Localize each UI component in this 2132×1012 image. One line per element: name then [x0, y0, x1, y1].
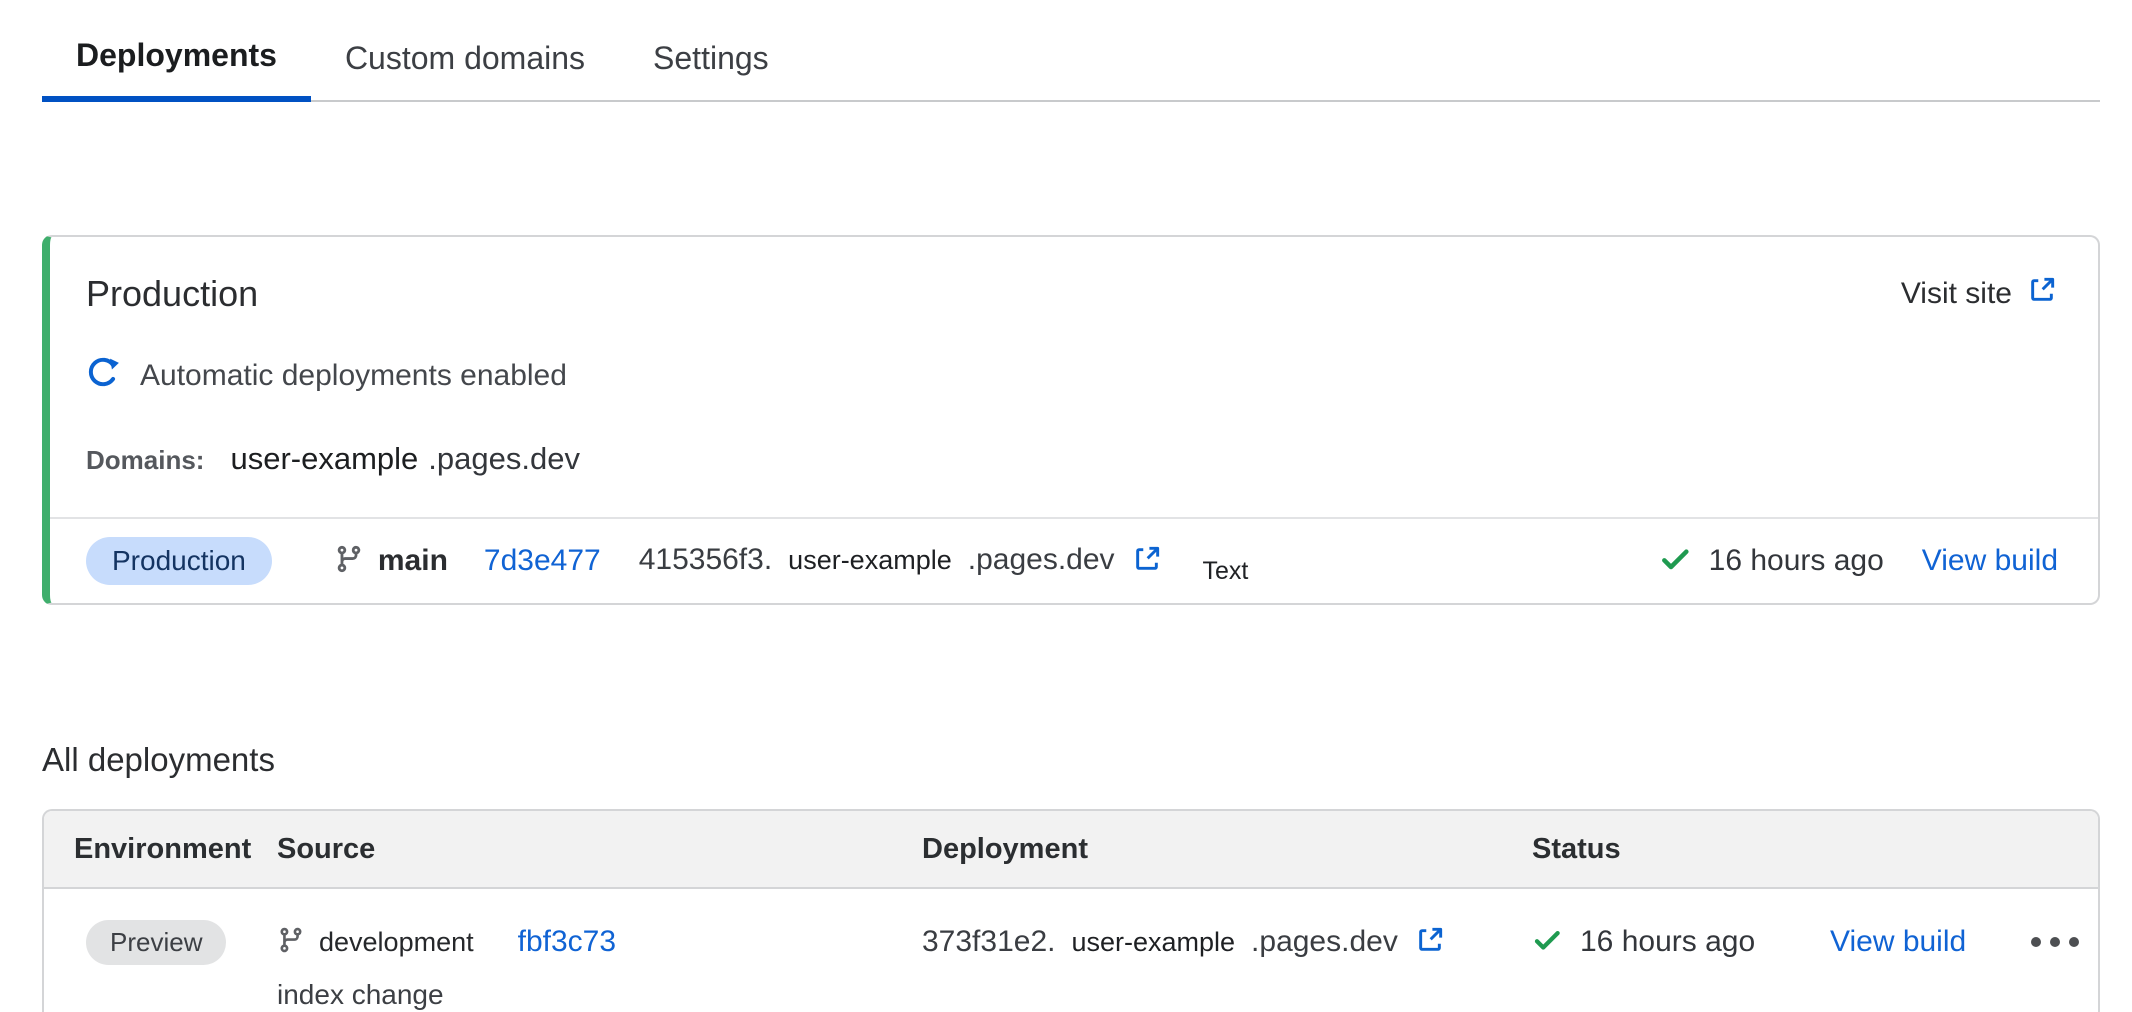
deployment-cell: 373f31e2. user-example .pages.dev — [922, 919, 1532, 1011]
deployment-suffix: .pages.dev — [968, 543, 1115, 577]
table-header-row: Environment Source Deployment Status — [44, 811, 2098, 889]
deployment-time: 16 hours ago — [1709, 544, 1884, 578]
branch-name: development — [319, 927, 474, 958]
visit-site-label: Visit site — [1901, 277, 2012, 311]
environment-cell: Preview — [74, 919, 277, 1011]
ellipsis-icon — [2031, 937, 2041, 947]
production-card: Production Visit site Automatic deployme… — [42, 235, 2100, 605]
visit-site-link[interactable]: Visit site — [1901, 274, 2058, 314]
view-build-link[interactable]: View build — [1922, 544, 2058, 578]
all-deployments-title: All deployments — [42, 741, 2132, 779]
column-header-deployment: Deployment — [922, 833, 1532, 866]
tab-bar: Deployments Custom domains Settings — [42, 0, 2100, 102]
column-header-environment: Environment — [74, 833, 277, 866]
environment-badge: Production — [86, 537, 272, 585]
column-header-status: Status — [1532, 833, 1830, 866]
production-title: Production — [86, 273, 258, 315]
tab-settings[interactable]: Settings — [619, 14, 803, 102]
git-branch-icon — [277, 925, 305, 960]
refresh-icon — [86, 355, 120, 397]
ellipsis-icon — [2050, 937, 2060, 947]
deployment-url: 373f31e2. user-example .pages.dev — [922, 919, 1446, 965]
git-branch-icon — [334, 543, 364, 580]
deployment-url: 415356f3. user-example .pages.dev — [639, 543, 1163, 580]
deployment-domain: user-example — [788, 545, 952, 576]
deployment-suffix: .pages.dev — [1251, 925, 1398, 959]
deployments-table: Environment Source Deployment Status Pre… — [42, 809, 2100, 1012]
success-check-icon — [1532, 925, 1562, 960]
branch-name: main — [378, 544, 448, 578]
external-link-icon[interactable] — [1131, 543, 1163, 580]
commit-message: index change — [277, 979, 444, 1011]
view-build-link[interactable]: View build — [1830, 925, 1966, 959]
auto-deployments-text: Automatic deployments enabled — [140, 359, 567, 393]
column-header-source: Source — [277, 833, 922, 866]
commit-hash-link[interactable]: fbf3c73 — [518, 925, 616, 959]
deployment-status: 16 hours ago View build — [1659, 543, 2058, 580]
status-cell: 16 hours ago — [1532, 919, 1830, 1011]
external-link-icon[interactable] — [1414, 924, 1446, 961]
production-card-header: Production Visit site — [50, 237, 2098, 315]
success-check-icon — [1659, 543, 1691, 580]
production-deployment-row: Production main 7d3e477 415356f3. user-e… — [50, 517, 2098, 603]
deployment-domain: user-example — [1071, 927, 1235, 958]
commit-hash-link[interactable]: 7d3e477 — [484, 544, 601, 578]
ellipsis-icon — [2069, 937, 2079, 947]
row-actions-cell — [2012, 919, 2098, 1011]
tab-deployments[interactable]: Deployments — [42, 14, 311, 102]
tab-custom-domains[interactable]: Custom domains — [311, 14, 619, 102]
deployment-id: 373f31e2. — [922, 925, 1055, 959]
environment-badge: Preview — [86, 920, 226, 965]
more-actions-button[interactable] — [2031, 919, 2079, 965]
domains-row: Domains: user-example .pages.dev — [50, 397, 2098, 517]
external-link-icon — [2026, 274, 2058, 314]
auto-deployments-row: Automatic deployments enabled — [50, 315, 2098, 397]
deployment-id: 415356f3. — [639, 543, 772, 577]
view-build-cell: View build — [1830, 919, 2012, 1011]
domain-name: user-example — [230, 441, 418, 477]
domain-suffix: .pages.dev — [428, 441, 580, 477]
commit-message: Text — [1203, 557, 1249, 586]
domains-label: Domains: — [86, 445, 204, 476]
table-row: Preview development fbf3c73 index change… — [44, 889, 2098, 1012]
deployment-time: 16 hours ago — [1580, 925, 1755, 959]
source-cell: development fbf3c73 index change — [277, 919, 922, 1011]
